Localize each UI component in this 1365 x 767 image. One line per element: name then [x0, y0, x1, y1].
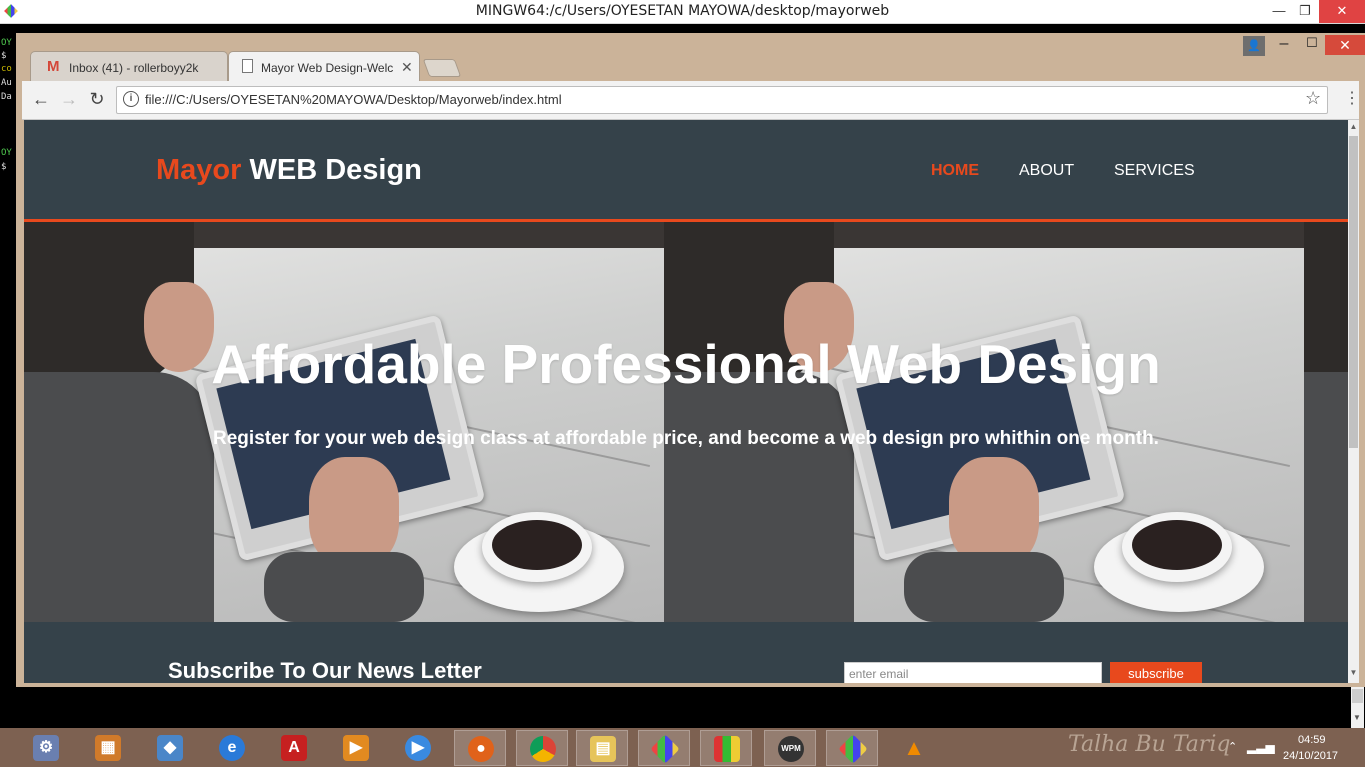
signature-watermark: Talha Bu Tariq — [1068, 732, 1231, 757]
clock-time[interactable]: 04:59 — [1298, 734, 1326, 746]
internet-explorer-icon: e — [219, 735, 245, 761]
taskbar-app[interactable]: ▶ — [330, 730, 382, 766]
person-hand — [949, 457, 1039, 567]
new-tab-button[interactable] — [422, 59, 462, 77]
virtualbox-icon: ◆ — [157, 735, 183, 761]
taskbar-app[interactable]: ◆ — [144, 730, 196, 766]
tray-expand-icon[interactable]: ⌃ — [1228, 740, 1237, 753]
newsletter-section: Subscribe To Our News Letter enter email… — [24, 622, 1348, 683]
address-bar[interactable]: i file:///C:/Users/OYESETAN%20MAYOWA/Des… — [116, 86, 1328, 114]
tab-gmail[interactable]: M Inbox (41) - rollerboyy2k — [30, 51, 228, 82]
tab-mayor-web-design[interactable]: Mayor Web Design-Welc ✕ — [228, 51, 420, 82]
scroll-down-arrow-icon[interactable]: ▼ — [1353, 713, 1361, 722]
installer-icon: ▦ — [95, 735, 121, 761]
gmail-icon: M — [47, 58, 60, 75]
minimize-button[interactable]: – — [1271, 35, 1297, 53]
person-sweater — [1304, 372, 1348, 622]
page-scrollbar[interactable]: ▲ ▼ — [1348, 120, 1359, 683]
coffee-cup — [1122, 512, 1232, 582]
git-bash-icon — [650, 734, 680, 764]
acrobat-reader-icon: A — [281, 735, 307, 761]
profile-icon[interactable]: 👤 — [1243, 36, 1265, 56]
browser-toolbar: ← → ↻ i file:///C:/Users/OYESETAN%20MAYO… — [22, 81, 1360, 120]
scroll-thumb[interactable] — [1349, 136, 1358, 448]
taskbar-app[interactable]: ▦ — [82, 730, 134, 766]
browser-window: M Inbox (41) - rollerboyy2k Mayor Web De… — [16, 33, 1365, 687]
hero-showcase: Affordable Professional Web Design Regis… — [24, 222, 1348, 622]
chart-app-icon — [714, 736, 740, 762]
email-input[interactable]: enter email — [844, 662, 1102, 683]
taskbar-app[interactable]: ▲ — [888, 730, 940, 766]
control-panel-icon: ⚙ — [33, 735, 59, 761]
taskbar-app[interactable] — [638, 730, 690, 766]
logo-text: WEB Design — [241, 154, 422, 186]
nav-link-home[interactable]: HOME — [931, 162, 979, 180]
terminal-scrollbar[interactable]: ▼ — [1351, 685, 1364, 729]
person-sweater — [24, 372, 214, 622]
file-explorer-icon: ▤ — [590, 736, 616, 762]
terminal-restore-button[interactable]: ❐ — [1290, 0, 1320, 23]
clock-date[interactable]: 24/10/2017 — [1283, 750, 1338, 762]
taskbar-app[interactable]: ● — [454, 730, 506, 766]
coffee-cup — [482, 512, 592, 582]
media-player-icon: ▶ — [343, 735, 369, 761]
terminal-title: MINGW64:/c/Users/OYESETAN MAYOWA/desktop… — [475, 3, 890, 19]
reload-icon[interactable]: ↻ — [86, 89, 108, 110]
subscribe-button[interactable]: subscribe — [1110, 662, 1202, 683]
taskbar: ⚙ ▦ ◆ e A ▶ ▶ ● ▤ WPM ▲ Talha Bu Tariq ⌃… — [0, 728, 1365, 767]
taskbar-app[interactable]: WPM — [764, 730, 816, 766]
taskbar-app[interactable] — [700, 730, 752, 766]
site-header: Mayor WEB Design HOME ABOUT SERVICES — [24, 120, 1348, 222]
scroll-down-arrow-icon[interactable]: ▼ — [1348, 668, 1359, 677]
logo-highlight: Mayor — [156, 154, 242, 186]
taskbar-app[interactable]: ⚙ — [20, 730, 72, 766]
taskbar-app[interactable]: ▤ — [576, 730, 628, 766]
nav-link-services[interactable]: SERVICES — [1114, 162, 1195, 180]
hero-photo — [1304, 222, 1348, 622]
person-sweater — [664, 372, 854, 622]
video-player-icon: ▶ — [405, 735, 431, 761]
firefox-icon: ● — [468, 736, 494, 762]
hero-photo — [664, 222, 1304, 622]
bookmark-star-icon[interactable]: ☆ — [1305, 88, 1321, 109]
hero-title: Affordable Professional Web Design — [211, 333, 1161, 395]
chrome-menu-icon[interactable]: ⋮ — [1344, 88, 1360, 108]
person-sleeve — [264, 552, 424, 622]
coffee — [492, 520, 582, 570]
tab-label: Mayor Web Design-Welc — [261, 61, 393, 75]
back-arrow-icon[interactable]: ← — [30, 89, 52, 110]
coffee — [1132, 520, 1222, 570]
taskbar-app[interactable]: A — [268, 730, 320, 766]
person-hand — [309, 457, 399, 567]
person-sleeve — [904, 552, 1064, 622]
terminal-close-button[interactable]: ✕ — [1319, 0, 1365, 23]
page-icon — [242, 59, 253, 73]
taskbar-app[interactable]: ▶ — [392, 730, 444, 766]
tab-strip: M Inbox (41) - rollerboyy2k Mayor Web De… — [16, 33, 1365, 82]
taskbar-app[interactable] — [826, 730, 878, 766]
vlc-icon: ▲ — [903, 735, 925, 760]
site-logo[interactable]: Mayor WEB Design — [156, 154, 422, 187]
maximize-button[interactable]: ☐ — [1299, 35, 1325, 51]
info-icon[interactable]: i — [123, 91, 139, 107]
close-window-button[interactable]: ✕ — [1325, 35, 1365, 55]
nav-link-about[interactable]: ABOUT — [1019, 162, 1074, 180]
tab-label: Inbox (41) - rollerboyy2k — [69, 61, 199, 75]
page-viewport: Mayor WEB Design HOME ABOUT SERVICES Aff… — [24, 120, 1348, 683]
network-signal-icon[interactable]: ▂▃▅ — [1247, 740, 1275, 754]
git-gui-icon — [838, 734, 868, 764]
forward-arrow-icon[interactable]: → — [58, 89, 80, 110]
taskbar-app[interactable] — [516, 730, 568, 766]
wpm-icon: WPM — [778, 736, 804, 762]
terminal-scroll-thumb[interactable] — [1352, 689, 1363, 703]
chrome-icon — [530, 736, 556, 762]
hero-subtitle: Register for your web design class at af… — [213, 428, 1159, 449]
scroll-up-arrow-icon[interactable]: ▲ — [1348, 122, 1359, 131]
url-text[interactable]: file:///C:/Users/OYESETAN%20MAYOWA/Deskt… — [145, 92, 562, 107]
taskbar-app[interactable]: e — [206, 730, 258, 766]
hero-photo — [24, 222, 664, 622]
close-tab-icon[interactable]: ✕ — [401, 59, 413, 76]
newsletter-title: Subscribe To Our News Letter — [168, 658, 482, 683]
terminal-titlebar: MINGW64:/c/Users/OYESETAN MAYOWA/desktop… — [0, 0, 1365, 24]
